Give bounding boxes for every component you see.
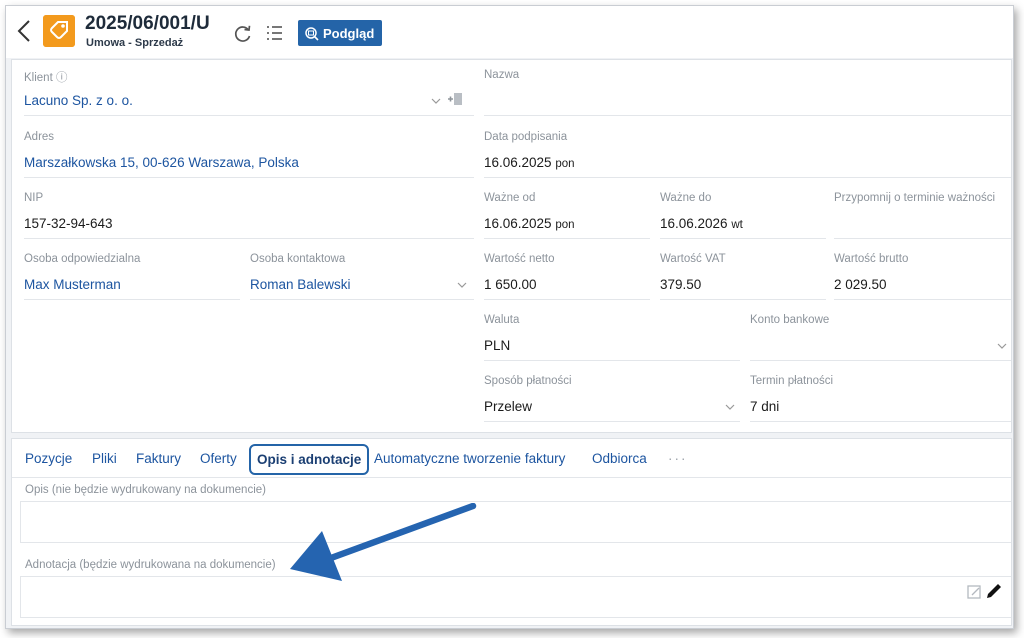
- tab-odbiorca[interactable]: Odbiorca: [592, 451, 647, 466]
- currency-field[interactable]: Waluta PLN: [484, 305, 740, 361]
- net-value-label: Wartość netto: [484, 253, 555, 265]
- preview-label: Podgląd: [323, 25, 375, 41]
- gross-value-label: Wartość brutto: [834, 253, 909, 265]
- tab-oferty[interactable]: Oferty: [200, 451, 237, 466]
- net-value[interactable]: 1 650.00: [484, 277, 537, 292]
- tab-automatyczne-tworzenie-faktury[interactable]: Automatyczne tworzenie faktury: [374, 451, 565, 466]
- chevron-down-icon[interactable]: [725, 404, 735, 411]
- description-input[interactable]: [20, 501, 1011, 543]
- bank-account-field[interactable]: Konto bankowe: [750, 305, 1011, 361]
- annotation-input[interactable]: [20, 576, 1011, 618]
- annotation-label: Adnotacja (będzie wydrukowana na dokumen…: [25, 559, 276, 571]
- tab-pozycje[interactable]: Pozycje: [25, 451, 72, 466]
- preview-button[interactable]: Podgląd: [298, 20, 383, 46]
- contact-person-value[interactable]: Roman Balewski: [250, 277, 351, 292]
- document-type: Umowa - Sprzedaż: [86, 37, 184, 49]
- address-label: Adres: [24, 131, 55, 143]
- valid-to-label: Ważne do: [660, 192, 712, 204]
- description-label: Opis (nie będzie wydrukowany na dokumenc…: [25, 484, 266, 496]
- client-field[interactable]: Klient ⓘ Lacuno Sp. z o. o.: [24, 60, 474, 116]
- signing-date-value[interactable]: 16.06.2025 pon: [484, 155, 575, 170]
- signing-date-label: Data podpisania: [484, 131, 568, 143]
- payment-term-label: Termin płatności: [750, 375, 834, 387]
- payment-method-value[interactable]: Przelew: [484, 399, 532, 414]
- price-tag-icon: [43, 15, 75, 47]
- list-icon[interactable]: [264, 23, 284, 43]
- gross-value-field[interactable]: Wartość brutto 2 029.50: [834, 244, 1011, 300]
- responsible-person-label: Osoba odpowiedzialna: [24, 253, 141, 265]
- vat-value-label: Wartość VAT: [660, 253, 726, 265]
- contact-person-field[interactable]: Osoba kontaktowa Roman Balewski: [250, 244, 474, 300]
- signing-date-field[interactable]: Data podpisania 16.06.2025 pon: [484, 122, 1011, 178]
- valid-from-field[interactable]: Ważne od 16.06.2025 pon: [484, 183, 650, 239]
- header-bar: 2025/06/001/U Umowa - Sprzedaż Podgląd: [6, 6, 1013, 58]
- payment-term-value[interactable]: 7 dni: [750, 399, 779, 414]
- expiry-reminder-field[interactable]: Przypomnij o terminie ważności: [834, 183, 1011, 239]
- nip-value[interactable]: 157-32-94-643: [24, 216, 113, 231]
- tab-bar: Pozycje Pliki Faktury Oferty Opis i adno…: [12, 439, 1011, 478]
- bank-account-label: Konto bankowe: [750, 314, 830, 326]
- address-field[interactable]: Adres Marszałkowska 15, 00-626 Warszawa,…: [24, 122, 474, 178]
- vat-value[interactable]: 379.50: [660, 277, 701, 292]
- chevron-down-icon[interactable]: [997, 343, 1007, 350]
- responsible-person-value[interactable]: Max Musterman: [24, 277, 121, 292]
- responsible-person-field[interactable]: Osoba odpowiedzialna Max Musterman: [24, 244, 240, 300]
- tab-pliki[interactable]: Pliki: [92, 451, 117, 466]
- name-label: Nazwa: [484, 69, 520, 81]
- currency-label: Waluta: [484, 314, 520, 326]
- net-value-field[interactable]: Wartość netto 1 650.00: [484, 244, 650, 300]
- chevron-down-icon[interactable]: [431, 98, 441, 105]
- document-number: 2025/06/001/U: [85, 13, 210, 34]
- client-value[interactable]: Lacuno Sp. z o. o.: [24, 93, 133, 108]
- add-document-icon[interactable]: [448, 91, 464, 107]
- refresh-icon[interactable]: [233, 24, 253, 44]
- tab-faktury[interactable]: Faktury: [136, 451, 181, 466]
- document-details-card: Klient ⓘ Lacuno Sp. z o. o. Nazwa Adres …: [11, 59, 1012, 433]
- pencil-icon[interactable]: [967, 582, 1003, 600]
- payment-term-field[interactable]: Termin płatności 7 dni: [750, 366, 1011, 422]
- client-label: Klient ⓘ: [24, 72, 68, 84]
- valid-from-label: Ważne od: [484, 192, 536, 204]
- currency-value[interactable]: PLN: [484, 338, 510, 353]
- address-value[interactable]: Marszałkowska 15, 00-626 Warszawa, Polsk…: [24, 155, 299, 170]
- app-window: 2025/06/001/U Umowa - Sprzedaż Podgląd K…: [5, 5, 1014, 629]
- name-field[interactable]: Nazwa: [484, 60, 1011, 116]
- contact-person-label: Osoba kontaktowa: [250, 253, 346, 265]
- nip-field[interactable]: NIP 157-32-94-643: [24, 183, 474, 239]
- valid-to-value[interactable]: 16.06.2026 wt: [660, 216, 743, 231]
- chevron-down-icon[interactable]: [457, 282, 467, 289]
- arrow-icon: [290, 503, 477, 581]
- tab-more[interactable]: ···: [668, 451, 688, 466]
- tabs-panel: Pozycje Pliki Faktury Oferty Opis i adno…: [11, 438, 1012, 626]
- payment-method-label: Sposób płatności: [484, 375, 572, 387]
- expiry-reminder-label: Przypomnij o terminie ważności: [834, 192, 996, 204]
- chevron-left-icon[interactable]: [14, 18, 36, 44]
- magnifier-icon: [305, 26, 319, 41]
- tab-opis-i-adnotacje[interactable]: Opis i adnotacje: [249, 444, 370, 475]
- nip-label: NIP: [24, 192, 44, 204]
- valid-to-field[interactable]: Ważne do 16.06.2026 wt: [660, 183, 826, 239]
- vat-value-field[interactable]: Wartość VAT 379.50: [660, 244, 826, 300]
- gross-value[interactable]: 2 029.50: [834, 277, 887, 292]
- payment-method-field[interactable]: Sposób płatności Przelew: [484, 366, 740, 422]
- valid-from-value[interactable]: 16.06.2025 pon: [484, 216, 575, 231]
